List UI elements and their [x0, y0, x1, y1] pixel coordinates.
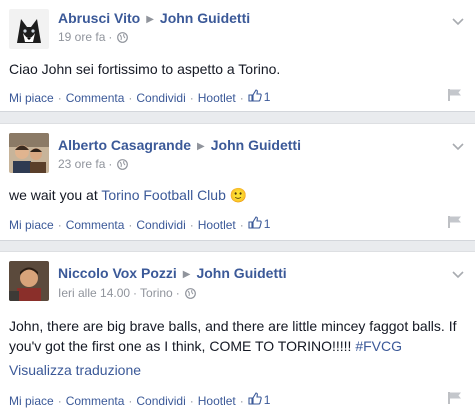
recipient-link[interactable]: John Guidetti [211, 137, 301, 153]
timestamp[interactable]: 23 ore fa [58, 157, 105, 171]
like-button[interactable]: Mi piace [9, 394, 54, 408]
globe-icon[interactable] [184, 288, 196, 302]
post-header: Abrusci Vito ▶ John Guidetti [58, 10, 250, 26]
timestamp[interactable]: Ieri alle 14.00 [58, 286, 130, 300]
comment-button[interactable]: Commenta [66, 91, 125, 105]
hootlet-button[interactable]: Hootlet [198, 91, 236, 105]
hashtag-link[interactable]: #FVCG [355, 338, 402, 354]
post-abrusci-vito: Abrusci Vito ▶ John Guidetti 19 ore fa · Ci… [0, 0, 475, 112]
share-button[interactable]: Condividi [136, 91, 185, 105]
like-count[interactable]: 1 [248, 216, 270, 232]
author-link[interactable]: Niccolo Vox Pozzi [58, 265, 177, 281]
post-meta: Ieri alle 14.00 · Torino · [58, 286, 196, 302]
post-header: Alberto Casagrande ▶ John Guidetti [58, 137, 301, 153]
arrow-right-icon: ▶ [197, 141, 205, 152]
like-button[interactable]: Mi piace [9, 91, 54, 105]
post-meta: 19 ore fa · [58, 30, 129, 46]
flag-icon[interactable] [447, 215, 463, 229]
avatar[interactable] [9, 9, 49, 49]
post-alberto-casagrande: Alberto Casagrande ▶ John Guidetti 23 ore … [0, 123, 475, 241]
flag-icon[interactable] [447, 88, 463, 102]
chevron-down-icon[interactable] [451, 14, 465, 26]
post-text: Ciao John sei fortissimo to aspetto a To… [9, 61, 281, 77]
globe-icon[interactable] [117, 159, 129, 173]
recipient-link[interactable]: John Guidetti [160, 10, 250, 26]
post-actions: Mi piace · Commenta · Condividi · Hootlet · 1 [9, 89, 271, 105]
timestamp[interactable]: 19 ore fa [58, 30, 105, 44]
translate-link[interactable]: Visualizza traduzione [9, 362, 141, 378]
globe-icon[interactable] [117, 32, 129, 46]
arrow-right-icon: ▶ [146, 14, 154, 25]
author-link[interactable]: Alberto Casagrande [58, 137, 191, 153]
flag-icon[interactable] [447, 391, 463, 405]
thumbs-up-icon [248, 216, 262, 232]
post-header: Niccolo Vox Pozzi ▶ John Guidetti [58, 265, 287, 281]
post-meta: 23 ore fa · [58, 157, 129, 173]
hootlet-button[interactable]: Hootlet [198, 218, 236, 232]
like-button[interactable]: Mi piace [9, 218, 54, 232]
recipient-link[interactable]: John Guidetti [196, 265, 286, 281]
post-actions: Mi piace · Commenta · Condividi · Hootlet · 1 [9, 216, 271, 232]
share-button[interactable]: Condividi [136, 394, 185, 408]
like-count[interactable]: 1 [248, 89, 270, 105]
comment-button[interactable]: Commenta [66, 394, 125, 408]
arrow-right-icon: ▶ [182, 269, 191, 280]
author-link[interactable]: Abrusci Vito [58, 10, 140, 26]
post-text: we wait you at Torino Football Club 🙂 [9, 187, 248, 203]
smile-emoji: 🙂 [229, 187, 248, 203]
comment-feed: Abrusci Vito ▶ John Guidetti 19 ore fa · Ci… [0, 0, 475, 413]
avatar[interactable] [9, 133, 49, 173]
comment-button[interactable]: Commenta [66, 218, 125, 232]
post-niccolo-vox-pozzi: Niccolo Vox Pozzi ▶ John Guidetti Ieri all… [0, 251, 475, 413]
share-button[interactable]: Condividi [136, 218, 185, 232]
chevron-down-icon[interactable] [451, 267, 465, 279]
page-link[interactable]: Torino Football Club [101, 187, 226, 203]
avatar[interactable] [9, 261, 49, 301]
thumbs-up-icon [248, 392, 262, 408]
thumbs-up-icon [248, 89, 262, 105]
like-count[interactable]: 1 [248, 392, 270, 408]
hootlet-button[interactable]: Hootlet [198, 394, 236, 408]
post-actions: Mi piace · Commenta · Condividi · Hootlet · 1 [9, 392, 271, 408]
post-text: John, there are big brave balls, and the… [9, 318, 457, 354]
location[interactable]: Torino [140, 286, 173, 300]
chevron-down-icon[interactable] [451, 139, 465, 151]
